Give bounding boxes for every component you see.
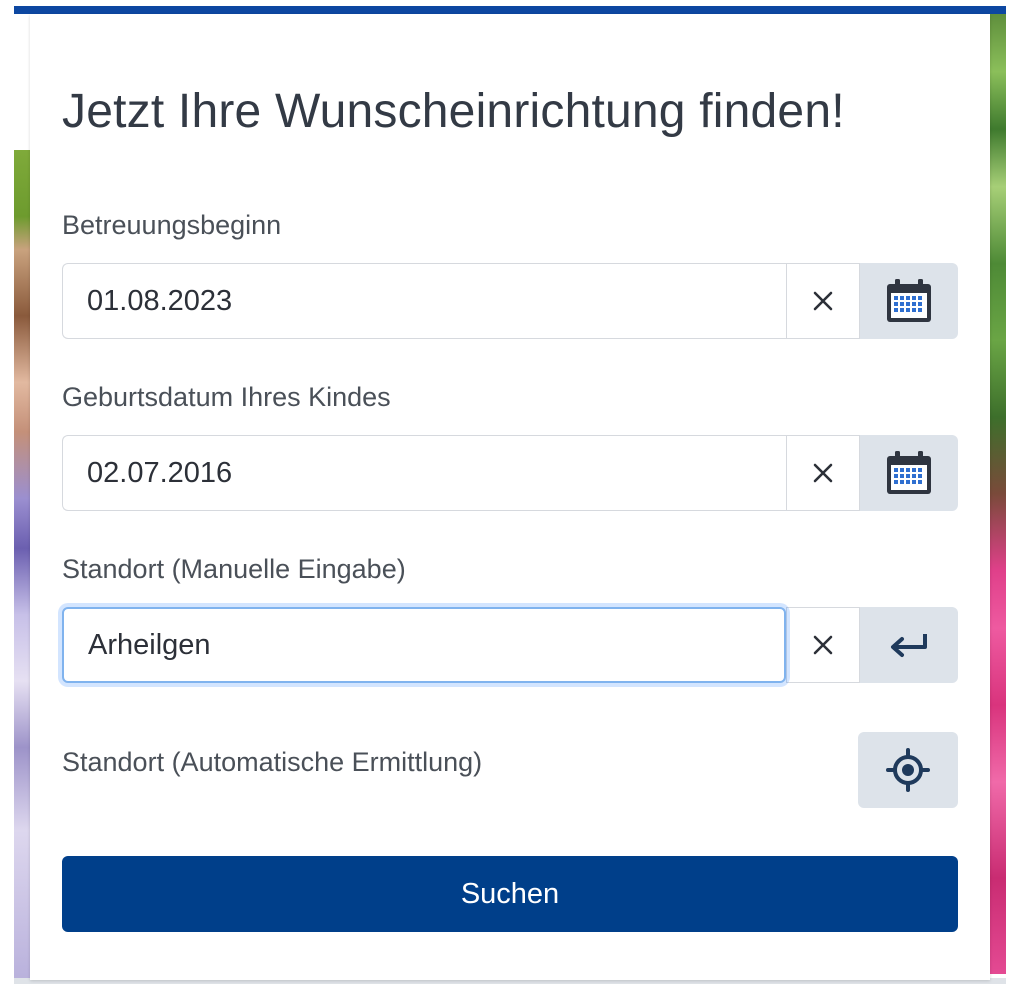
close-icon (813, 291, 833, 311)
background-photo-left (14, 150, 30, 980)
care-start-input[interactable] (62, 263, 786, 339)
birth-date-clear-button[interactable] (786, 435, 860, 511)
location-clear-button[interactable] (786, 607, 861, 683)
page-title: Jetzt Ihre Wunscheinrichtung finden! (62, 85, 845, 138)
care-start-field (62, 263, 958, 339)
care-start-calendar-button[interactable] (860, 263, 958, 339)
top-accent-bar (14, 6, 1006, 14)
care-start-clear-button[interactable] (786, 263, 860, 339)
location-manual-label: Standort (Manuelle Eingabe) (62, 554, 406, 584)
close-icon (814, 635, 833, 655)
location-auto-label: Standort (Automatische Ermittlung) (62, 747, 483, 777)
location-manual-field (62, 607, 958, 683)
birth-date-label: Geburtsdatum Ihres Kindes (62, 382, 391, 412)
calendar-icon (887, 279, 931, 322)
birth-date-field (62, 435, 958, 511)
calendar-icon (887, 451, 931, 494)
crosshair-location-icon (886, 748, 930, 792)
birth-date-calendar-button[interactable] (860, 435, 958, 511)
birth-date-input[interactable] (62, 435, 786, 511)
close-icon (813, 463, 833, 483)
search-button[interactable]: Suchen (62, 856, 958, 932)
locate-me-button[interactable] (858, 732, 958, 808)
location-input[interactable] (62, 607, 787, 683)
care-start-label: Betreuungsbeginn (62, 210, 282, 240)
enter-arrow-icon (891, 634, 928, 657)
background-photo-right (990, 14, 1006, 974)
page: Jetzt Ihre Wunscheinrichtung finden! Bet… (0, 0, 1010, 984)
location-submit-button[interactable] (860, 607, 958, 683)
search-card: Jetzt Ihre Wunscheinrichtung finden! Bet… (30, 14, 990, 980)
